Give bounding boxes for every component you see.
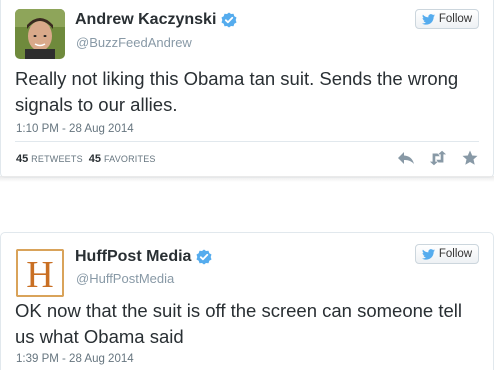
name-row: Andrew Kaczynski (75, 11, 237, 29)
tweet-stats: 45 RETWEETS 45 FAVORITES (16, 153, 156, 165)
timestamp[interactable]: 1:39 PM - 28 Aug 2014 (16, 353, 134, 365)
follow-label: Follow (438, 13, 473, 25)
verified-badge-icon (221, 12, 237, 28)
handle[interactable]: @BuzzFeedAndrew (76, 35, 192, 50)
avatar-photo (15, 9, 65, 59)
favorites-count: 45 (88, 153, 102, 165)
tweet-text: OK now that the suit is off the screen c… (15, 300, 462, 347)
retweets-label: RETWEETS (31, 154, 83, 164)
avatar[interactable] (15, 9, 65, 59)
verified-badge-icon (196, 249, 212, 265)
retweets-stat[interactable]: 45 RETWEETS (16, 153, 83, 165)
display-name[interactable]: Andrew Kaczynski (75, 11, 216, 29)
star-icon (462, 150, 478, 165)
favorites-stat[interactable]: 45 FAVORITES (89, 153, 156, 165)
tweet-card: Andrew Kaczynski @BuzzFeedAndrew Follow … (0, 0, 494, 178)
display-name[interactable]: HuffPost Media (75, 248, 191, 266)
name-row: HuffPost Media (75, 248, 212, 266)
card-shadow (0, 176, 494, 182)
retweet-button[interactable] (429, 150, 447, 166)
timestamp[interactable]: 1:10 PM - 28 Aug 2014 (16, 123, 134, 135)
retweets-count: 45 (16, 153, 29, 165)
tweet-actions (397, 150, 479, 166)
svg-text:H: H (26, 254, 53, 296)
divider (15, 141, 479, 142)
follow-button[interactable]: Follow (415, 244, 479, 264)
tweet-text: Really not liking this Obama tan suit. S… (15, 68, 459, 115)
follow-label: Follow (438, 248, 473, 260)
retweet-icon (429, 150, 447, 166)
avatar[interactable]: H (15, 248, 65, 298)
twitter-bird-icon (421, 13, 435, 25)
favorites-label: FAVORITES (103, 154, 156, 164)
huffpost-logo: H (15, 248, 65, 298)
reply-icon (398, 152, 414, 164)
follow-button[interactable]: Follow (415, 9, 479, 29)
tweet-card: H HuffPost Media @HuffPostMedia Follow O… (0, 232, 494, 370)
handle[interactable]: @HuffPostMedia (76, 271, 174, 286)
reply-button[interactable] (397, 150, 415, 166)
twitter-bird-icon (421, 248, 435, 260)
favorite-button[interactable] (461, 150, 479, 166)
